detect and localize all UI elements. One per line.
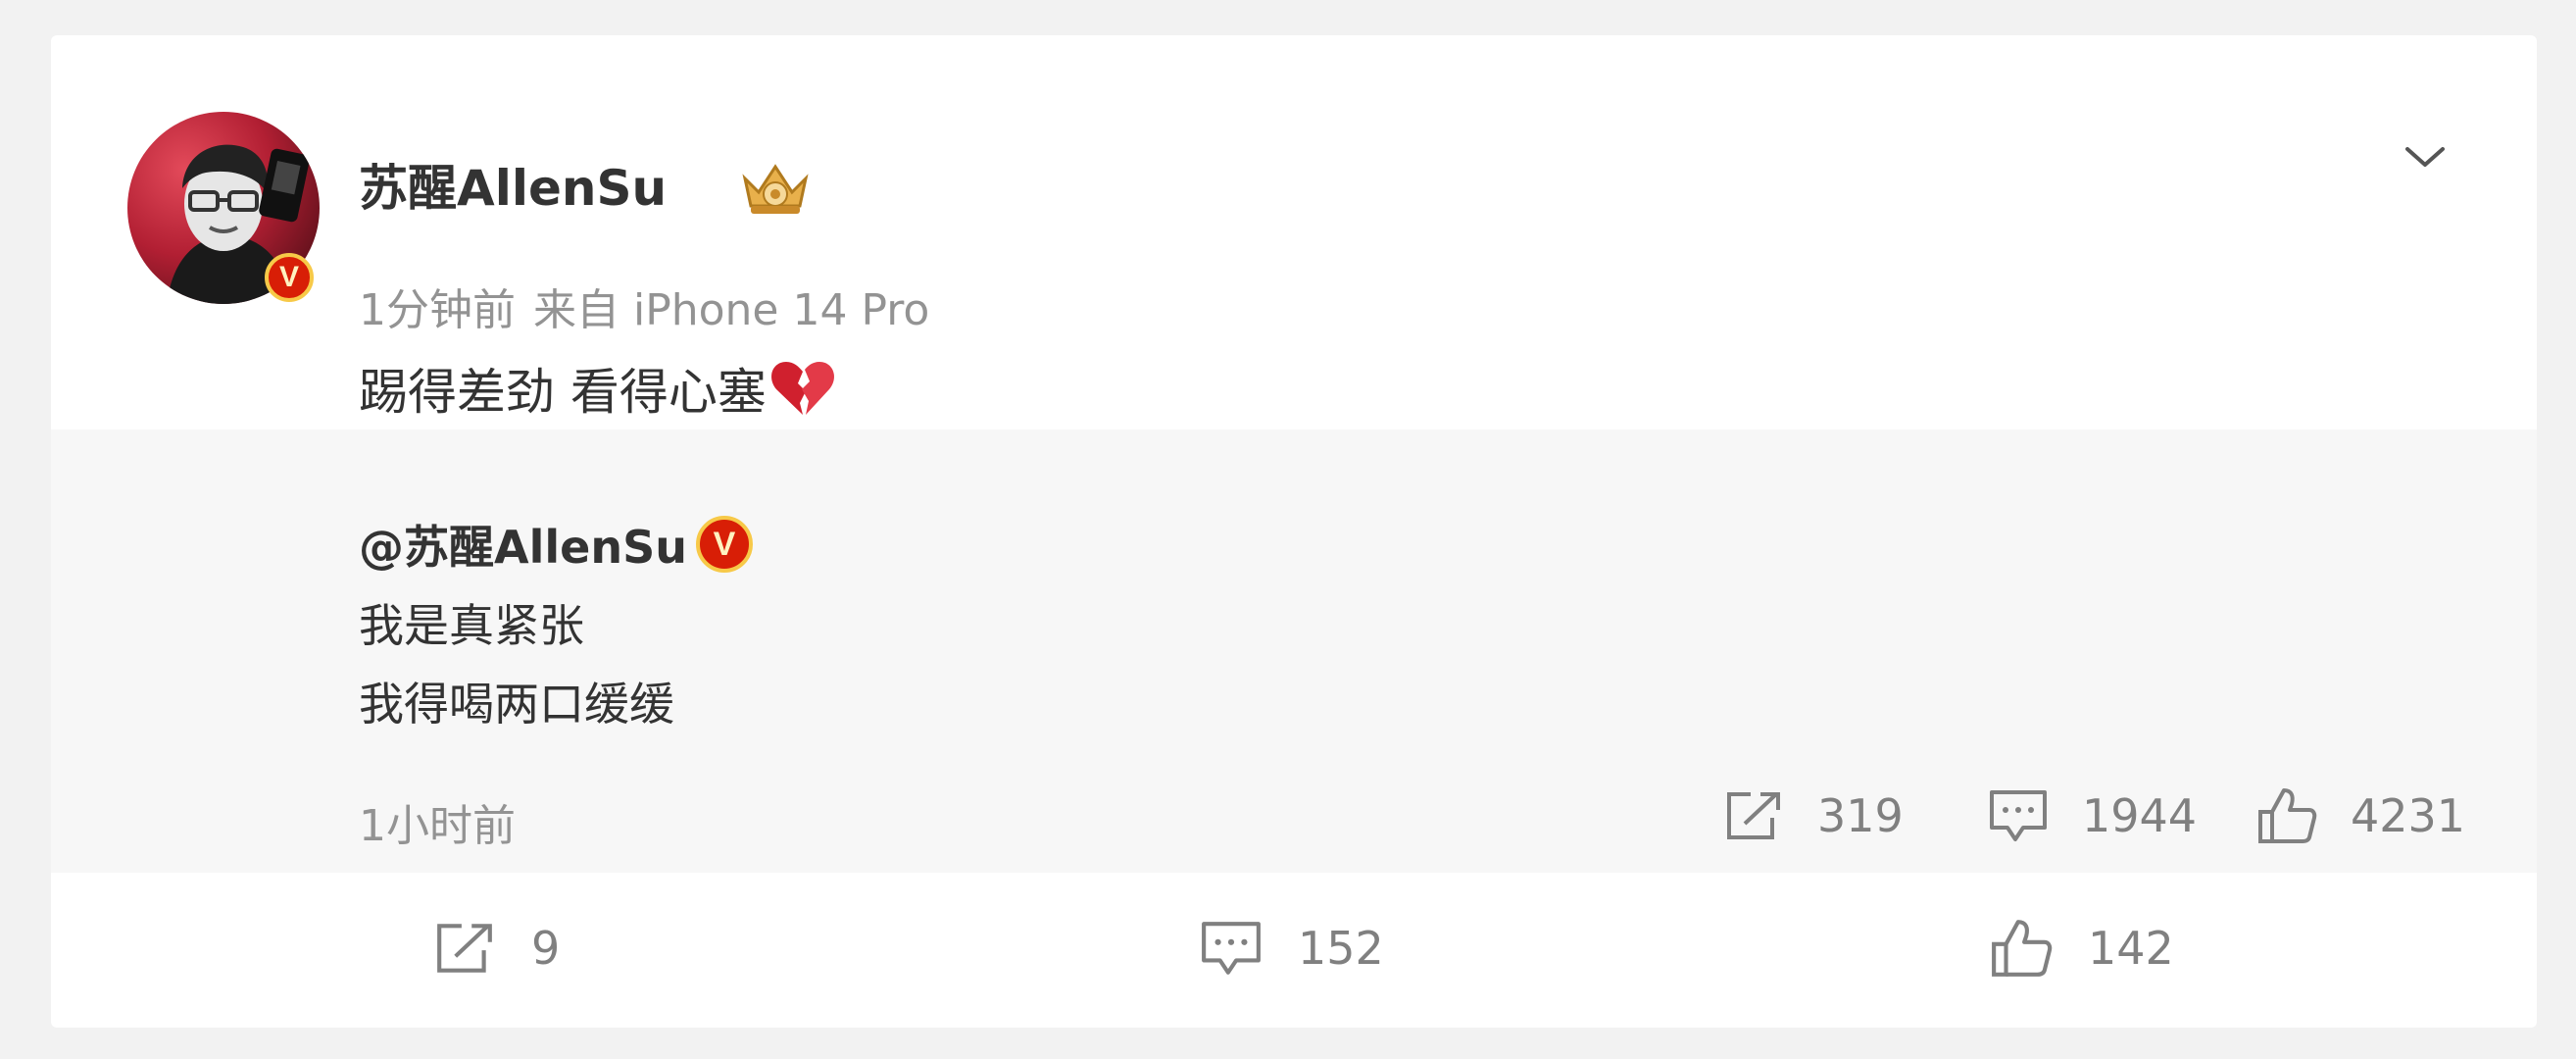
post-text: 踢得差劲 看得心塞 bbox=[359, 353, 837, 424]
share-icon bbox=[1727, 792, 1780, 839]
verified-badge-icon: V bbox=[265, 253, 314, 302]
broken-heart-icon bbox=[770, 362, 834, 415]
crown-badge-icon[interactable] bbox=[739, 159, 812, 220]
repost-text-line: 我得喝两口缓缓 bbox=[359, 678, 674, 731]
comment-count: 152 bbox=[1298, 922, 1384, 975]
repost-share-button[interactable]: 319 bbox=[1723, 786, 1904, 845]
chevron-down-icon[interactable] bbox=[2398, 129, 2452, 184]
post-author-name[interactable]: 苏醒AllenSu bbox=[359, 149, 667, 220]
like-icon bbox=[1992, 920, 2053, 977]
repost-like-count: 4231 bbox=[2351, 789, 2466, 842]
share-button[interactable]: 9 bbox=[433, 914, 560, 983]
comment-icon bbox=[1990, 790, 2047, 841]
share-icon bbox=[437, 924, 492, 973]
repost-text-line: 我是真紧张 bbox=[359, 599, 584, 652]
comment-button[interactable]: 152 bbox=[1200, 914, 1384, 983]
like-button[interactable]: 142 bbox=[1990, 914, 2174, 983]
repost-like-button[interactable]: 4231 bbox=[2256, 786, 2465, 845]
repost-block[interactable]: @苏醒AllenSu V 我是真紧张 我得喝两口缓缓 1小时前 319 1944… bbox=[51, 429, 2537, 873]
weibo-post-card: V 苏醒AllenSu 1分钟前 来自 iPhone 14 Pro 踢得差劲 看得… bbox=[51, 35, 2537, 1028]
repost-comment-button[interactable]: 1944 bbox=[1988, 786, 2197, 845]
post-time[interactable]: 1分钟前 bbox=[359, 285, 516, 335]
repost-comment-count: 1944 bbox=[2082, 789, 2198, 842]
repost-time[interactable]: 1小时前 bbox=[359, 790, 516, 853]
post-meta: 1分钟前 来自 iPhone 14 Pro bbox=[359, 275, 929, 337]
verified-badge-icon: V bbox=[696, 516, 753, 573]
share-count: 9 bbox=[531, 922, 561, 975]
post-text-content: 踢得差劲 看得心塞 bbox=[359, 364, 767, 421]
like-icon bbox=[2258, 788, 2317, 843]
repost-author-name[interactable]: @苏醒AllenSu bbox=[359, 512, 687, 577]
repost-share-count: 319 bbox=[1817, 789, 1904, 842]
like-count: 142 bbox=[2088, 922, 2174, 975]
comment-icon bbox=[1202, 922, 1261, 975]
post-source: 来自 iPhone 14 Pro bbox=[533, 285, 930, 335]
